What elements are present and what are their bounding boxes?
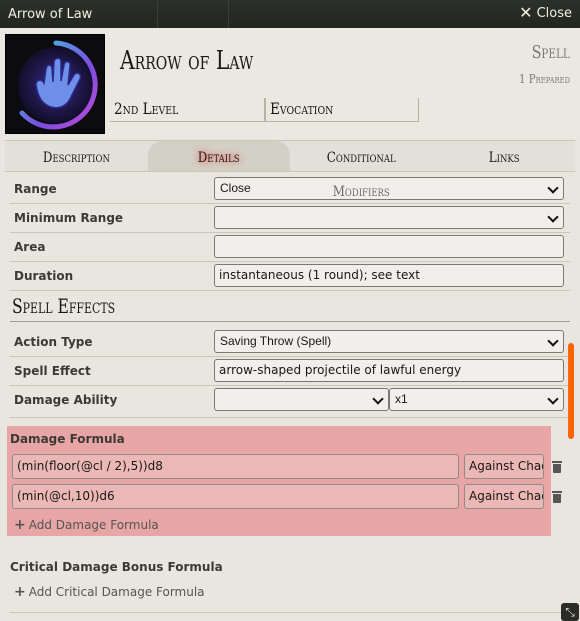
section-heading-spell-effects: Spell Effects bbox=[12, 294, 116, 318]
range-select[interactable]: Close bbox=[214, 177, 564, 200]
area-input[interactable] bbox=[214, 235, 564, 258]
trash-icon[interactable] bbox=[552, 461, 562, 473]
action-type-select[interactable]: Saving Throw (Spell) bbox=[214, 330, 564, 353]
range-label: Range bbox=[14, 182, 57, 196]
close-label: Close bbox=[536, 5, 572, 21]
trash-icon[interactable] bbox=[552, 491, 562, 503]
item-type: Spell bbox=[531, 42, 570, 63]
damage-formula-input[interactable]: (min(@cl,10))d6 bbox=[12, 484, 459, 509]
divider bbox=[10, 321, 570, 322]
item-header: Arrow of Law Spell 1 Prepared 2nd Level … bbox=[0, 28, 580, 138]
critical-formula-label: Critical Damage Bonus Formula bbox=[10, 560, 223, 574]
window-title: Arrow of Law bbox=[8, 6, 93, 22]
plus-icon: + bbox=[14, 517, 26, 533]
spell-effect-input[interactable]: arrow-shaped projectile of lawful energy bbox=[214, 359, 564, 382]
damage-multiplier-select[interactable]: x1 bbox=[389, 388, 564, 411]
spell-level: 2nd Level bbox=[110, 98, 265, 122]
sheet-tabs: Description Details Conditional Modifier… bbox=[5, 140, 576, 200]
close-button[interactable]: ✕ Close bbox=[519, 5, 572, 21]
scrollbar-thumb[interactable] bbox=[568, 343, 574, 439]
duration-input[interactable]: instantaneous (1 round); see text bbox=[214, 264, 564, 287]
resize-handle-icon[interactable]: ⤡ bbox=[561, 603, 579, 621]
spell-school: Evocation bbox=[264, 98, 419, 122]
divider bbox=[10, 417, 570, 418]
tab-conditional-modifiers[interactable]: Conditional Modifiers bbox=[290, 141, 433, 200]
damage-formula-label: Damage Formula bbox=[10, 432, 125, 446]
area-row: Area bbox=[5, 232, 565, 261]
window-titlebar[interactable]: Arrow of Law ✕ Close bbox=[0, 0, 580, 28]
min-range-label: Minimum Range bbox=[14, 211, 124, 225]
divider bbox=[10, 290, 570, 291]
tab-description[interactable]: Description bbox=[5, 141, 148, 171]
close-icon: ✕ bbox=[519, 3, 533, 22]
tab-links[interactable]: Links bbox=[433, 141, 576, 171]
titlebar-divider bbox=[157, 0, 158, 28]
item-name[interactable]: Arrow of Law bbox=[120, 46, 253, 76]
add-damage-formula-button[interactable]: + Add Damage Formula bbox=[14, 517, 159, 533]
item-status: 1 Prepared bbox=[518, 72, 570, 86]
min-range-select[interactable] bbox=[214, 206, 564, 229]
range-row: Range Close bbox=[5, 174, 565, 203]
min-range-row: Minimum Range bbox=[5, 203, 565, 232]
spell-effect-label: Spell Effect bbox=[14, 364, 91, 378]
action-type-row: Action Type Saving Throw (Spell) bbox=[5, 327, 565, 356]
damage-ability-label: Damage Ability bbox=[14, 393, 118, 407]
titlebar-divider bbox=[228, 0, 229, 28]
damage-type-field[interactable]: Against Chao bbox=[464, 484, 544, 509]
hand-icon bbox=[6, 35, 104, 133]
damage-formula-input[interactable]: (min(floor(@cl / 2),5))d8 bbox=[12, 454, 459, 479]
spell-effect-row: Spell Effect arrow-shaped projectile of … bbox=[5, 356, 565, 385]
details-panel[interactable]: Range Close Minimum Range Area Duration … bbox=[5, 172, 575, 621]
damage-type-field[interactable]: Against Chao bbox=[464, 454, 544, 479]
spell-portrait[interactable] bbox=[5, 34, 105, 134]
damage-ability-select[interactable] bbox=[214, 388, 389, 411]
duration-label: Duration bbox=[14, 269, 74, 283]
add-critical-formula-button[interactable]: + Add Critical Damage Formula bbox=[14, 584, 205, 600]
area-label: Area bbox=[14, 240, 46, 254]
tab-details[interactable]: Details bbox=[147, 141, 290, 171]
duration-row: Duration instantaneous (1 round); see te… bbox=[5, 261, 565, 290]
divider bbox=[10, 612, 570, 613]
damage-ability-row: Damage Ability x1 bbox=[5, 385, 565, 414]
action-type-label: Action Type bbox=[14, 335, 93, 349]
plus-icon: + bbox=[14, 584, 26, 600]
